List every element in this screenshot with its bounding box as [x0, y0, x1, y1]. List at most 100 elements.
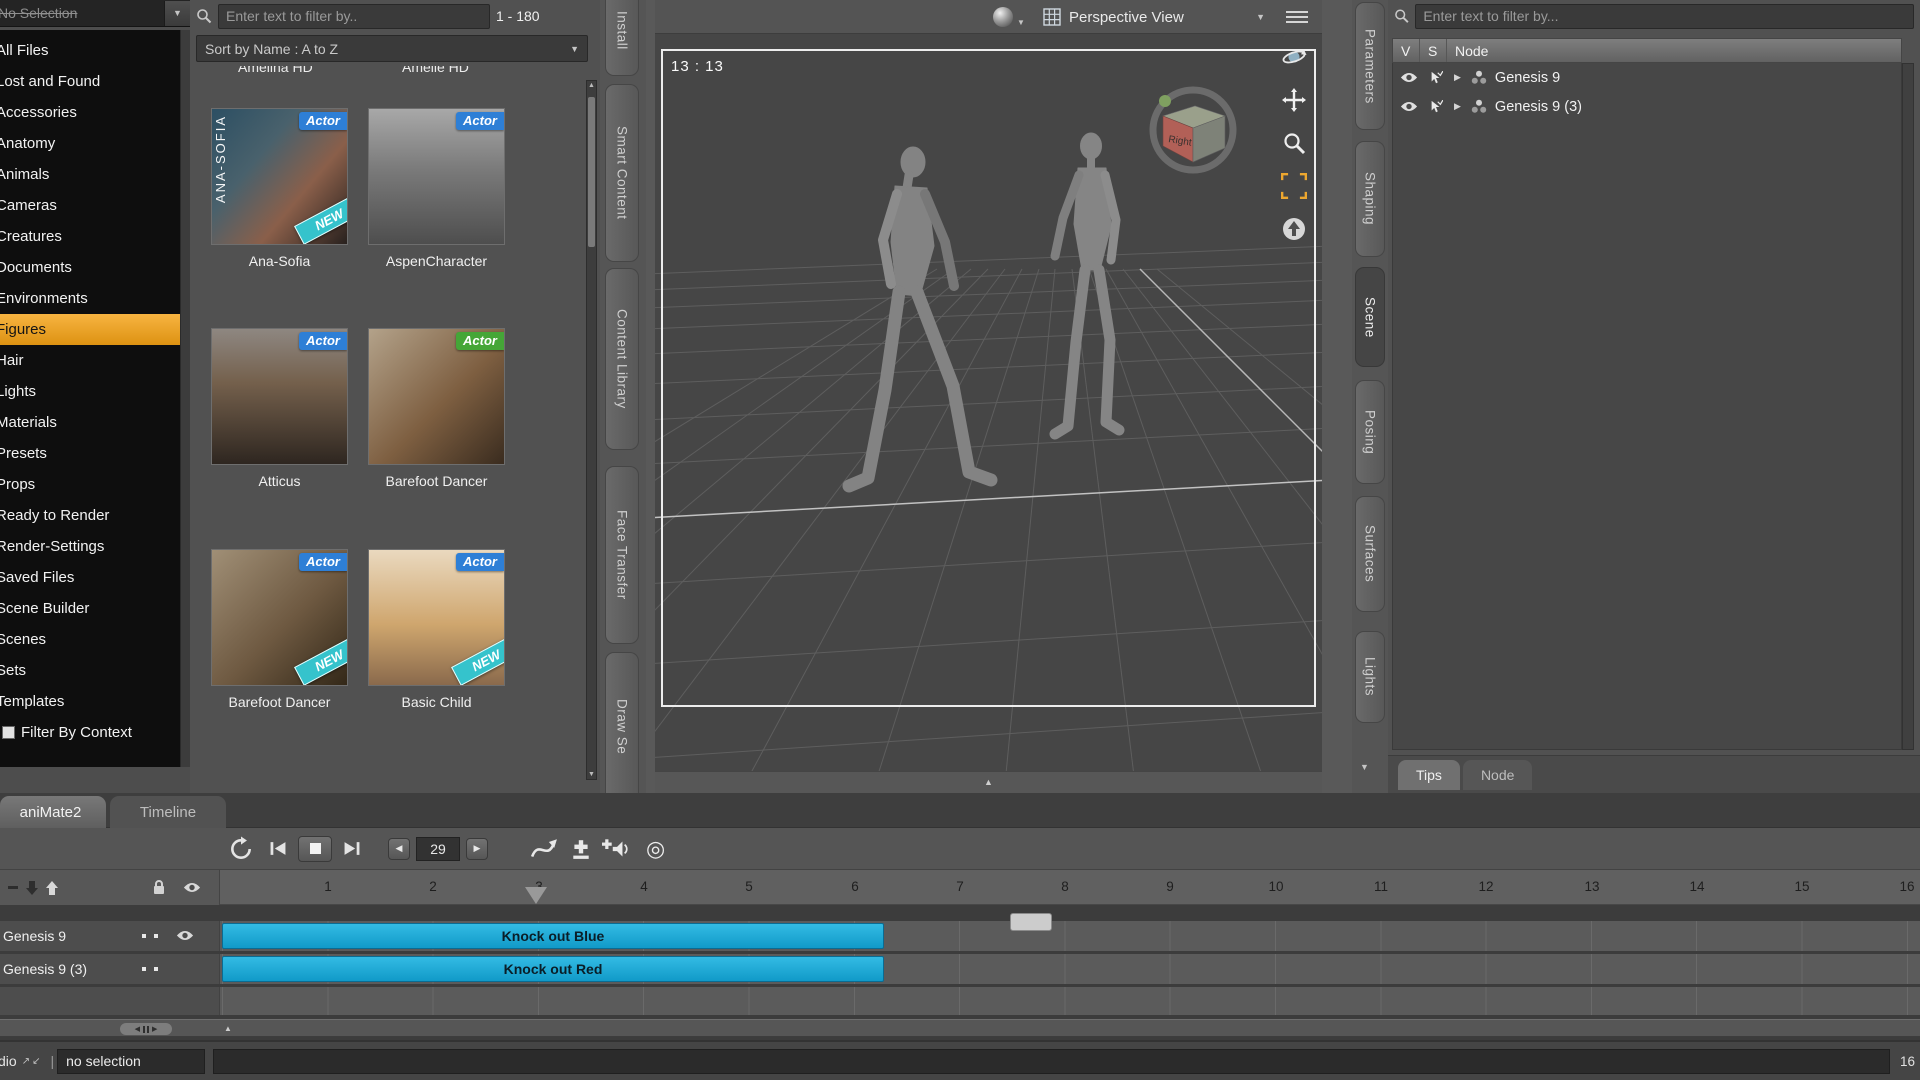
- audio-file-field[interactable]: [213, 1048, 1890, 1074]
- sidebar-item-materials[interactable]: Materials: [0, 407, 180, 438]
- sidebar-item-all-files[interactable]: All Files: [0, 35, 180, 66]
- product-card[interactable]: Actor NEW Basic Child: [368, 549, 505, 710]
- track-toggle-icon[interactable]: [142, 967, 146, 971]
- selectable-pointer-icon[interactable]: [1425, 70, 1447, 85]
- selection-dropdown-button[interactable]: ▼: [164, 0, 190, 26]
- product-thumbnail[interactable]: Actor NEW: [211, 549, 348, 686]
- sidebar-item-sets[interactable]: Sets: [0, 655, 180, 686]
- sidebar-item-animals[interactable]: Animals: [0, 159, 180, 190]
- node-label[interactable]: Genesis 9: [1495, 70, 1560, 86]
- timeline-ruler[interactable]: 1 2 3 4 5 6 7 8 9 10 11 12 13 14 15 16: [0, 870, 1920, 905]
- loop-playback-button[interactable]: [228, 836, 254, 862]
- sidebar-item-anatomy[interactable]: Anatomy: [0, 128, 180, 159]
- frame-forward-button[interactable]: ▶: [466, 837, 488, 860]
- filter-by-context-checkbox[interactable]: [2, 726, 15, 739]
- track-grid[interactable]: [220, 987, 1920, 1015]
- tab-draw-settings[interactable]: Draw Se: [605, 652, 639, 793]
- orbit-rotate-tool[interactable]: [1279, 42, 1309, 72]
- column-node[interactable]: Node: [1447, 43, 1488, 59]
- selectable-pointer-icon[interactable]: [1425, 99, 1447, 114]
- animation-clip[interactable]: Knock out Blue: [222, 923, 884, 949]
- viewport-options-icon[interactable]: [1286, 8, 1308, 26]
- category-scrollbar[interactable]: [180, 30, 190, 767]
- sidebar-item-figures[interactable]: Figures: [0, 314, 180, 345]
- sidebar-item-accessories[interactable]: Accessories: [0, 97, 180, 128]
- scroll-down-icon[interactable]: ▼: [587, 771, 596, 778]
- stop-button[interactable]: [298, 835, 332, 862]
- visibility-eye-icon[interactable]: [1398, 100, 1420, 113]
- node-label[interactable]: Genesis 9 (3): [1495, 99, 1582, 115]
- add-keys-button[interactable]: [570, 838, 592, 860]
- motion-curve-button[interactable]: [530, 837, 558, 861]
- column-selectable[interactable]: S: [1420, 39, 1447, 62]
- tab-node[interactable]: Node: [1462, 760, 1533, 790]
- expand-arrow-icon[interactable]: ▶: [1454, 101, 1461, 112]
- sidebar-item-documents[interactable]: Documents: [0, 252, 180, 283]
- viewport-canvas[interactable]: 13 : 13 Right: [655, 34, 1322, 771]
- move-up-icon[interactable]: [46, 880, 58, 895]
- product-card[interactable]: Actor NEW Barefoot Dancer: [211, 549, 348, 710]
- eye-icon[interactable]: [183, 881, 201, 897]
- product-thumbnail[interactable]: ANA-SOFIA Actor NEW: [211, 108, 348, 245]
- sidebar-item-environments[interactable]: Environments: [0, 283, 180, 314]
- track-label[interactable]: Genesis 9 (3): [0, 954, 220, 984]
- aim-camera-tool[interactable]: [1279, 214, 1309, 244]
- content-filter-input[interactable]: [218, 3, 490, 29]
- record-target-button[interactable]: ◎: [646, 837, 665, 860]
- playhead[interactable]: [525, 887, 547, 904]
- tab-tips[interactable]: Tips: [1398, 760, 1460, 790]
- timeline-marker[interactable]: [1010, 913, 1052, 931]
- frame-tool[interactable]: [1279, 171, 1309, 201]
- audio-arrows-icon[interactable]: ↗↙: [22, 1056, 43, 1067]
- zoom-tool[interactable]: [1279, 128, 1309, 158]
- sidebar-item-lights[interactable]: Lights: [0, 376, 180, 407]
- pan-tool[interactable]: [1279, 85, 1309, 115]
- view-cube[interactable]: Right: [1143, 86, 1247, 190]
- go-to-start-button[interactable]: [268, 840, 288, 857]
- scroll-up-icon[interactable]: ▲: [587, 82, 596, 89]
- tab-surfaces[interactable]: Surfaces: [1355, 496, 1385, 612]
- tab-install[interactable]: Install: [605, 0, 639, 76]
- lock-icon[interactable]: [152, 879, 166, 898]
- move-down-icon[interactable]: [26, 880, 38, 895]
- tab-timeline[interactable]: Timeline: [110, 796, 226, 828]
- scene-filter-input[interactable]: [1415, 3, 1914, 29]
- sidebar-item-render-settings[interactable]: Render-Settings: [0, 531, 180, 562]
- sidebar-item-presets[interactable]: Presets: [0, 438, 180, 469]
- tab-scene[interactable]: Scene: [1355, 267, 1385, 367]
- timeline-zoom-control[interactable]: ◀ ▶: [120, 1023, 172, 1035]
- go-to-end-button[interactable]: [342, 840, 362, 857]
- tab-parameters[interactable]: Parameters: [1355, 2, 1385, 130]
- product-card[interactable]: Actor Atticus: [211, 328, 348, 489]
- track-toggle-icon[interactable]: [142, 934, 146, 938]
- track-toggle-icon[interactable]: [154, 967, 158, 971]
- camera-sphere-icon[interactable]: [993, 7, 1013, 27]
- product-card[interactable]: Actor Barefoot Dancer: [368, 328, 505, 489]
- frame-back-button[interactable]: ◀: [388, 837, 410, 860]
- selection-dropdown[interactable]: No Selection ▼: [0, 0, 190, 27]
- tab-posing[interactable]: Posing: [1355, 380, 1385, 484]
- sidebar-item-cameras[interactable]: Cameras: [0, 190, 180, 221]
- sidebar-item-ready-to-render[interactable]: Ready to Render: [0, 500, 180, 531]
- chevron-down-icon[interactable]: ▼: [1017, 18, 1025, 27]
- expand-arrow-icon[interactable]: ▶: [1454, 72, 1461, 83]
- scene-scrollbar[interactable]: [1902, 63, 1914, 750]
- product-thumbnail[interactable]: Actor: [211, 328, 348, 465]
- sidebar-item-scene-builder[interactable]: Scene Builder: [0, 593, 180, 624]
- tab-smart-content[interactable]: Smart Content: [605, 84, 639, 262]
- sidebar-item-lost-and-found[interactable]: Lost and Found: [0, 66, 180, 97]
- sidebar-item-filter-by-context[interactable]: Filter By Context: [0, 717, 180, 748]
- sidebar-item-scenes[interactable]: Scenes: [0, 624, 180, 655]
- tab-lights[interactable]: Lights: [1355, 631, 1385, 723]
- column-visible[interactable]: V: [1393, 39, 1420, 62]
- product-card[interactable]: ANA-SOFIA Actor NEW Ana-Sofia: [211, 108, 348, 269]
- tab-content-library[interactable]: Content Library: [605, 268, 639, 450]
- sidebar-item-creatures[interactable]: Creatures: [0, 221, 180, 252]
- collapse-dash-icon[interactable]: [8, 886, 18, 889]
- product-thumbnail[interactable]: Actor: [368, 328, 505, 465]
- sort-dropdown[interactable]: Sort by Name : A to Z ▼: [196, 35, 588, 62]
- track-eye-icon[interactable]: [176, 929, 194, 945]
- sidebar-item-saved-files[interactable]: Saved Files: [0, 562, 180, 593]
- product-thumbnail[interactable]: Actor: [368, 108, 505, 245]
- animation-clip[interactable]: Knock out Red: [222, 956, 884, 982]
